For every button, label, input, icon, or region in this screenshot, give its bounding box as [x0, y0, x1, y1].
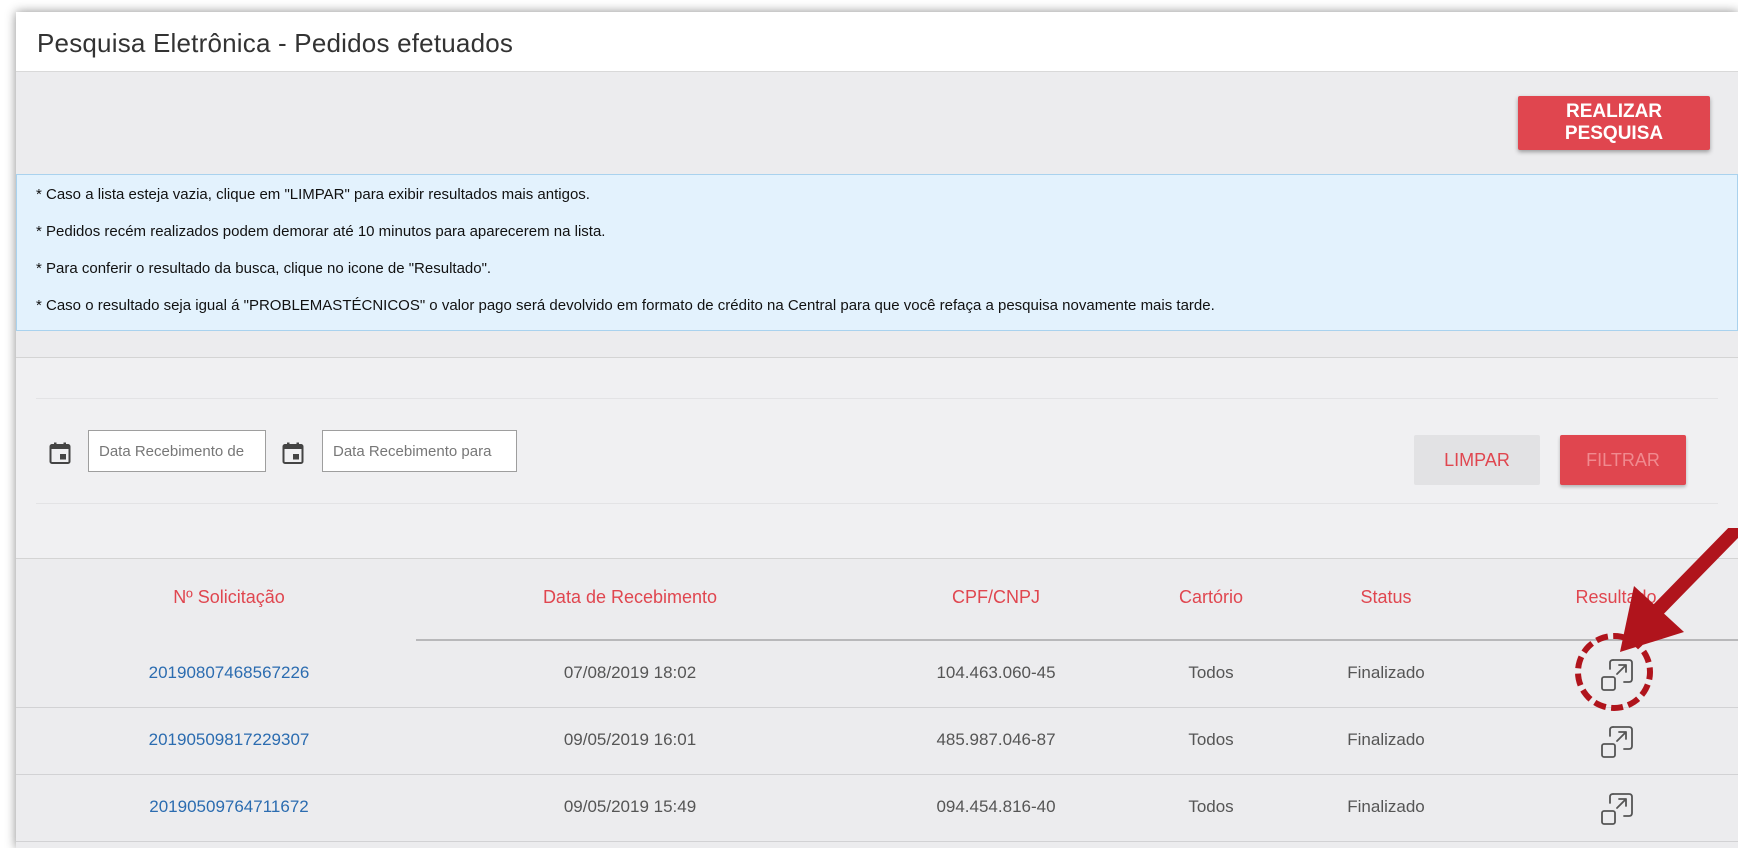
cartorio-cell: Todos: [1188, 730, 1234, 749]
limpar-button[interactable]: LIMPAR: [1414, 435, 1540, 485]
page-header: Pesquisa Eletrônica - Pedidos efetuados: [16, 12, 1738, 72]
info-box: * Caso a lista esteja vazia, clique em "…: [16, 174, 1738, 331]
data-recebimento-cell: 09/05/2019 15:49: [563, 797, 697, 816]
filter-panel: LIMPAR FILTRAR: [16, 357, 1738, 559]
open-in-new-icon[interactable]: [1599, 657, 1635, 693]
table-row: 20190509817229307 09/05/2019 16:01 485.9…: [16, 708, 1738, 775]
cartorio-cell: Todos: [1188, 797, 1234, 816]
open-in-new-icon[interactable]: [1599, 791, 1635, 827]
header-resultado[interactable]: Resultado: [1561, 587, 1671, 608]
cpf-cnpj-cell: 094.454.816-40: [936, 797, 1056, 816]
data-recebimento-cell: 09/05/2019 16:01: [563, 730, 697, 749]
data-recebimento-cell: 07/08/2019 18:02: [563, 663, 697, 682]
info-line: * Pedidos recém realizados podem demorar…: [36, 223, 606, 240]
page-frame: Pesquisa Eletrônica - Pedidos efetuados …: [16, 12, 1738, 848]
divider: [36, 398, 1718, 399]
results-table: Nº Solicitação Data de Recebimento CPF/C…: [16, 560, 1738, 842]
status-cell: Finalizado: [1347, 730, 1425, 749]
solicitacao-link[interactable]: 20190509817229307: [126, 730, 332, 750]
table-header: Nº Solicitação Data de Recebimento CPF/C…: [16, 560, 1738, 641]
divider: [36, 503, 1718, 504]
header-cartorio[interactable]: Cartório: [1166, 587, 1256, 608]
page-title: Pesquisa Eletrônica - Pedidos efetuados: [37, 28, 514, 58]
status-cell: Finalizado: [1347, 663, 1425, 682]
header-data-recebimento[interactable]: Data de Recebimento: [526, 587, 734, 608]
info-line: * Caso a lista esteja vazia, clique em "…: [36, 186, 590, 203]
info-line: * Para conferir o resultado da busca, cl…: [36, 260, 492, 277]
cpf-cnpj-cell: 485.987.046-87: [936, 730, 1056, 749]
date-from-input[interactable]: [88, 430, 266, 472]
table-row: 20190509764711672 09/05/2019 15:49 094.4…: [16, 775, 1738, 842]
cpf-cnpj-cell: 104.463.060-45: [936, 663, 1056, 682]
cartorio-cell: Todos: [1188, 663, 1234, 682]
header-solicitacao[interactable]: Nº Solicitação: [126, 587, 332, 608]
header-status[interactable]: Status: [1326, 587, 1446, 608]
date-to-input[interactable]: [322, 430, 517, 472]
calendar-icon[interactable]: [48, 441, 72, 465]
calendar-icon[interactable]: [281, 441, 305, 465]
solicitacao-link[interactable]: 20190807468567226: [126, 663, 332, 683]
info-line: * Caso o resultado seja igual á "PROBLEM…: [36, 297, 1215, 314]
table-row: 20190807468567226 07/08/2019 18:02 104.4…: [16, 641, 1738, 708]
solicitacao-link[interactable]: 20190509764711672: [126, 797, 332, 817]
header-cpf-cnpj[interactable]: CPF/CNPJ: [916, 587, 1076, 608]
open-in-new-icon[interactable]: [1599, 724, 1635, 760]
filtrar-button[interactable]: FILTRAR: [1560, 435, 1686, 485]
realizar-pesquisa-button[interactable]: REALIZAR PESQUISA: [1518, 96, 1710, 150]
status-cell: Finalizado: [1347, 797, 1425, 816]
